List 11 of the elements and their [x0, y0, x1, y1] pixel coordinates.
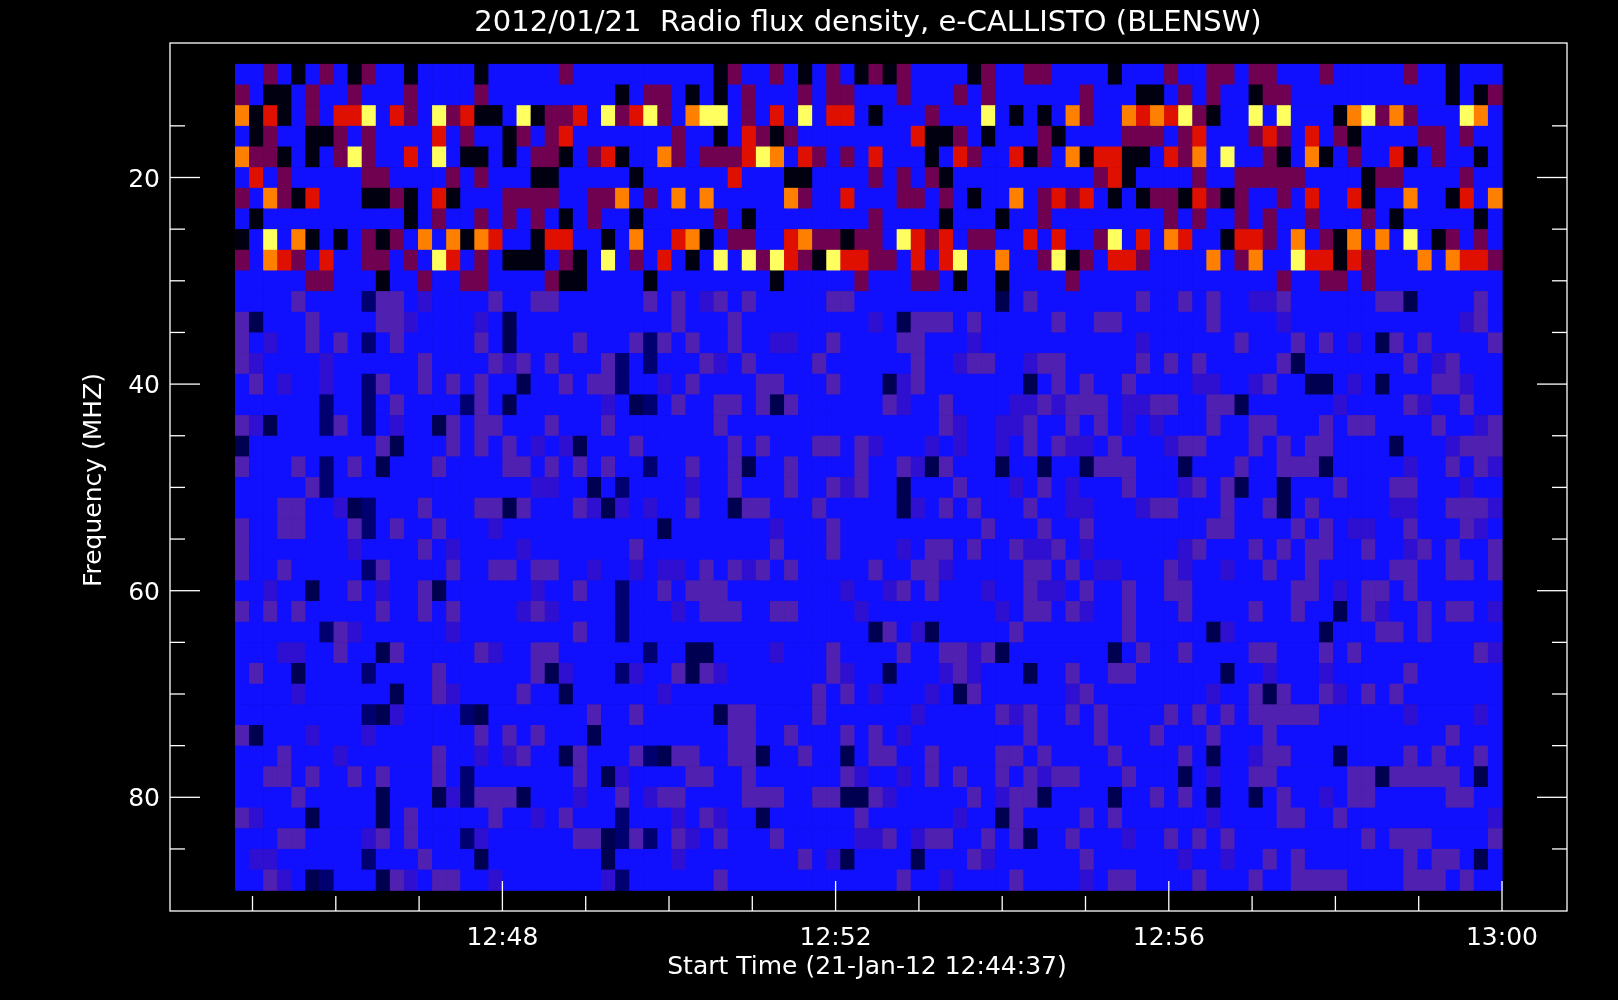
tick-label: 20 [128, 163, 160, 193]
tick-label: 12:48 [466, 922, 539, 951]
axis-label: Frequency (MHZ) [78, 372, 107, 588]
plot-title: 2012/01/21 Radio flux density, e-CALLISTO (BLENSW) [474, 4, 1262, 38]
axis-label: Start Time (21-Jan-12 12:44:37) [667, 951, 1067, 980]
tick-label: 60 [128, 576, 160, 606]
tick-label: 12:52 [799, 922, 872, 951]
tick-label: 13:00 [1466, 922, 1538, 951]
tick-label: 40 [128, 370, 160, 400]
tick-label: 80 [128, 783, 160, 813]
tick-label: 12:56 [1132, 922, 1205, 951]
